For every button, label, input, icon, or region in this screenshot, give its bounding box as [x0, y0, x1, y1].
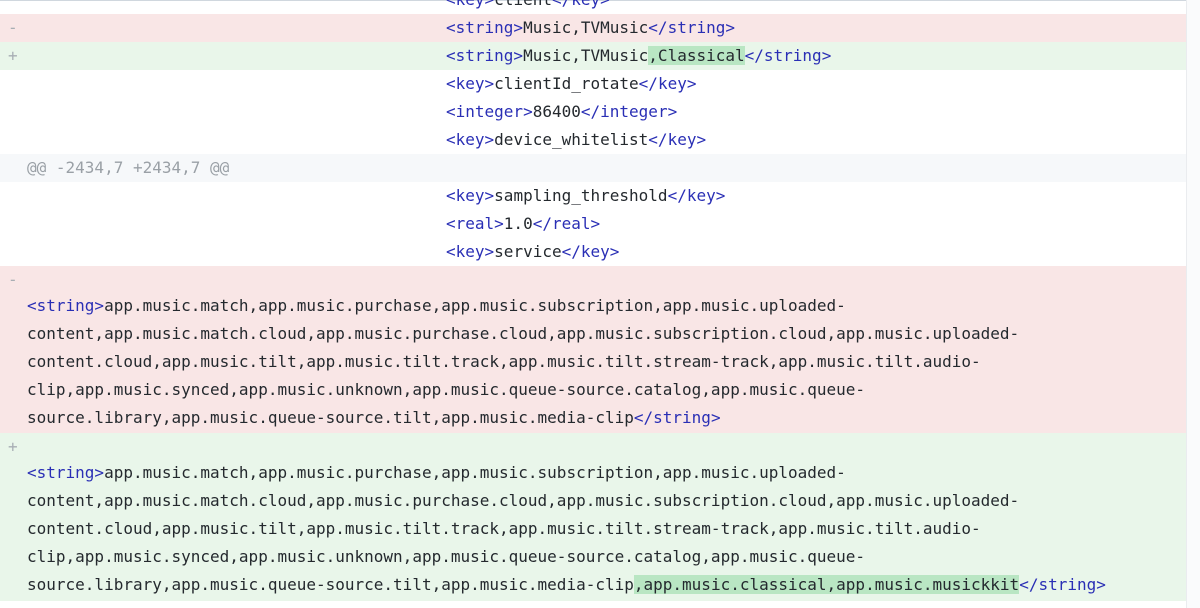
wrapped-line: content.cloud,app.music.tilt,app.music.t… [27, 515, 1127, 543]
diff-view: <key>client</key>-<string>Music,TVMusic<… [0, 0, 1186, 601]
deleted-block: - <string>app.music.match,app.music.purch… [0, 266, 1186, 433]
line-code: <key>client</key> [446, 0, 610, 14]
line-code: <key>device_whitelist</key> [446, 126, 706, 154]
wrapped-line: clip,app.music.synced,app.music.unknown,… [27, 543, 1127, 571]
xml-value: clip,app.music.synced,app.music.unknown,… [27, 547, 866, 566]
wrapped-line: source.library,app.music.queue-source.ti… [27, 404, 1127, 432]
line-code: <key>service</key> [446, 238, 619, 266]
xml-value: app.music.match,app.music.purchase,app.m… [104, 463, 846, 482]
wrapped-line: content.cloud,app.music.tilt,app.music.t… [27, 348, 1127, 376]
wrapped-line: content,app.music.match.cloud,app.music.… [27, 487, 1127, 515]
line-code: <key>clientId_rotate</key> [446, 70, 696, 98]
xml-tag: </real> [532, 214, 601, 233]
xml-tag: </key> [638, 74, 697, 93]
xml-value: clientId_rotate [494, 74, 639, 93]
context-line: <integer>86400</integer> [0, 98, 1186, 126]
xml-tag: <key> [446, 130, 495, 149]
xml-tag: <string> [27, 463, 105, 482]
line-code: <key>sampling_threshold</key> [446, 182, 725, 210]
xml-value: 1.0 [503, 214, 533, 233]
xml-tag: <key> [446, 0, 494, 9]
xml-tag: </string> [648, 18, 735, 37]
line-code: <string>Music,TVMusic</string> [446, 14, 735, 42]
line-code: <real>1.0</real> [446, 210, 600, 238]
inline-change-highlight: ,app.music.classical,app.music.musickkit [633, 575, 1020, 594]
context-line: <key>clientId_rotate</key> [0, 70, 1186, 98]
xml-tag: <string> [27, 296, 105, 315]
xml-value: content,app.music.match.cloud,app.music.… [27, 324, 1020, 343]
wrapped-code: <string>app.music.match,app.music.purcha… [0, 266, 1127, 432]
hunk-range: @@ -2434,7 +2434,7 @@ [27, 158, 230, 177]
context-line: <key>client</key> [0, 0, 1186, 14]
xml-value: Music,TVMusic [523, 18, 649, 37]
xml-tag: </key> [667, 186, 726, 205]
minus-marker: - [8, 270, 18, 289]
wrapped-line: clip,app.music.synced,app.music.unknown,… [27, 376, 1127, 404]
added-line: + <string>Music,TVMusic,Classical</string… [0, 42, 1186, 70]
xml-tag: </key> [561, 242, 620, 261]
wrapped-line: <string>app.music.match,app.music.purcha… [27, 459, 1127, 487]
wrapped-line: content,app.music.match.cloud,app.music.… [27, 320, 1127, 348]
xml-tag: <string> [446, 18, 524, 37]
vertical-scrollbar[interactable] [1186, 0, 1200, 608]
xml-tag: <key> [446, 74, 495, 93]
plus-marker: + [8, 437, 18, 456]
xml-value: content.cloud,app.music.tilt,app.music.t… [27, 352, 981, 371]
xml-value: client [494, 0, 552, 9]
xml-tag: </integer> [580, 102, 678, 121]
xml-value: source.library,app.music.queue-source.ti… [27, 408, 634, 427]
added-block: + <string>app.music.match,app.music.purch… [0, 433, 1186, 601]
xml-value: service [494, 242, 562, 261]
deleted-line: - <string>Music,TVMusic</string> [0, 14, 1186, 42]
context-line: <real>1.0</real> [0, 210, 1186, 238]
minus-marker: - [8, 18, 18, 37]
xml-tag: <key> [446, 186, 495, 205]
xml-value: content,app.music.match.cloud,app.music.… [27, 491, 1020, 510]
line-code: <string>Music,TVMusic,Classical</string> [446, 42, 831, 70]
wrapped-code: <string>app.music.match,app.music.purcha… [0, 433, 1127, 599]
xml-value: sampling_threshold [494, 186, 668, 205]
context-line: <key>sampling_threshold</key> [0, 182, 1186, 210]
hunk-header: @@ -2434,7 +2434,7 @@ [0, 154, 1186, 182]
xml-value: 86400 [532, 102, 581, 121]
wrapped-line: source.library,app.music.queue-source.ti… [27, 571, 1127, 599]
xml-tag: <string> [446, 46, 524, 65]
plus-marker: + [8, 46, 18, 65]
xml-value: clip,app.music.synced,app.music.unknown,… [27, 380, 866, 399]
xml-value: device_whitelist [494, 130, 649, 149]
xml-tag: <integer> [446, 102, 533, 121]
context-line: <key>device_whitelist</key> [0, 126, 1186, 154]
xml-tag: </string> [1019, 575, 1106, 594]
xml-tag: </key> [552, 0, 610, 9]
xml-value: app.music.match,app.music.purchase,app.m… [104, 296, 846, 315]
line-code: <integer>86400</integer> [446, 98, 677, 126]
xml-tag: <key> [446, 242, 495, 261]
xml-tag: </key> [648, 130, 707, 149]
xml-value: source.library,app.music.queue-source.ti… [27, 575, 634, 594]
wrapped-line: <string>app.music.match,app.music.purcha… [27, 292, 1127, 320]
context-line: <key>service</key> [0, 238, 1186, 266]
xml-tag: </string> [744, 46, 832, 65]
xml-tag: </string> [633, 408, 721, 427]
xml-value: Music,TVMusic [523, 46, 649, 65]
xml-tag: <real> [446, 214, 504, 233]
xml-value: content.cloud,app.music.tilt,app.music.t… [27, 519, 981, 538]
inline-change-highlight: ,Classical [648, 46, 745, 65]
